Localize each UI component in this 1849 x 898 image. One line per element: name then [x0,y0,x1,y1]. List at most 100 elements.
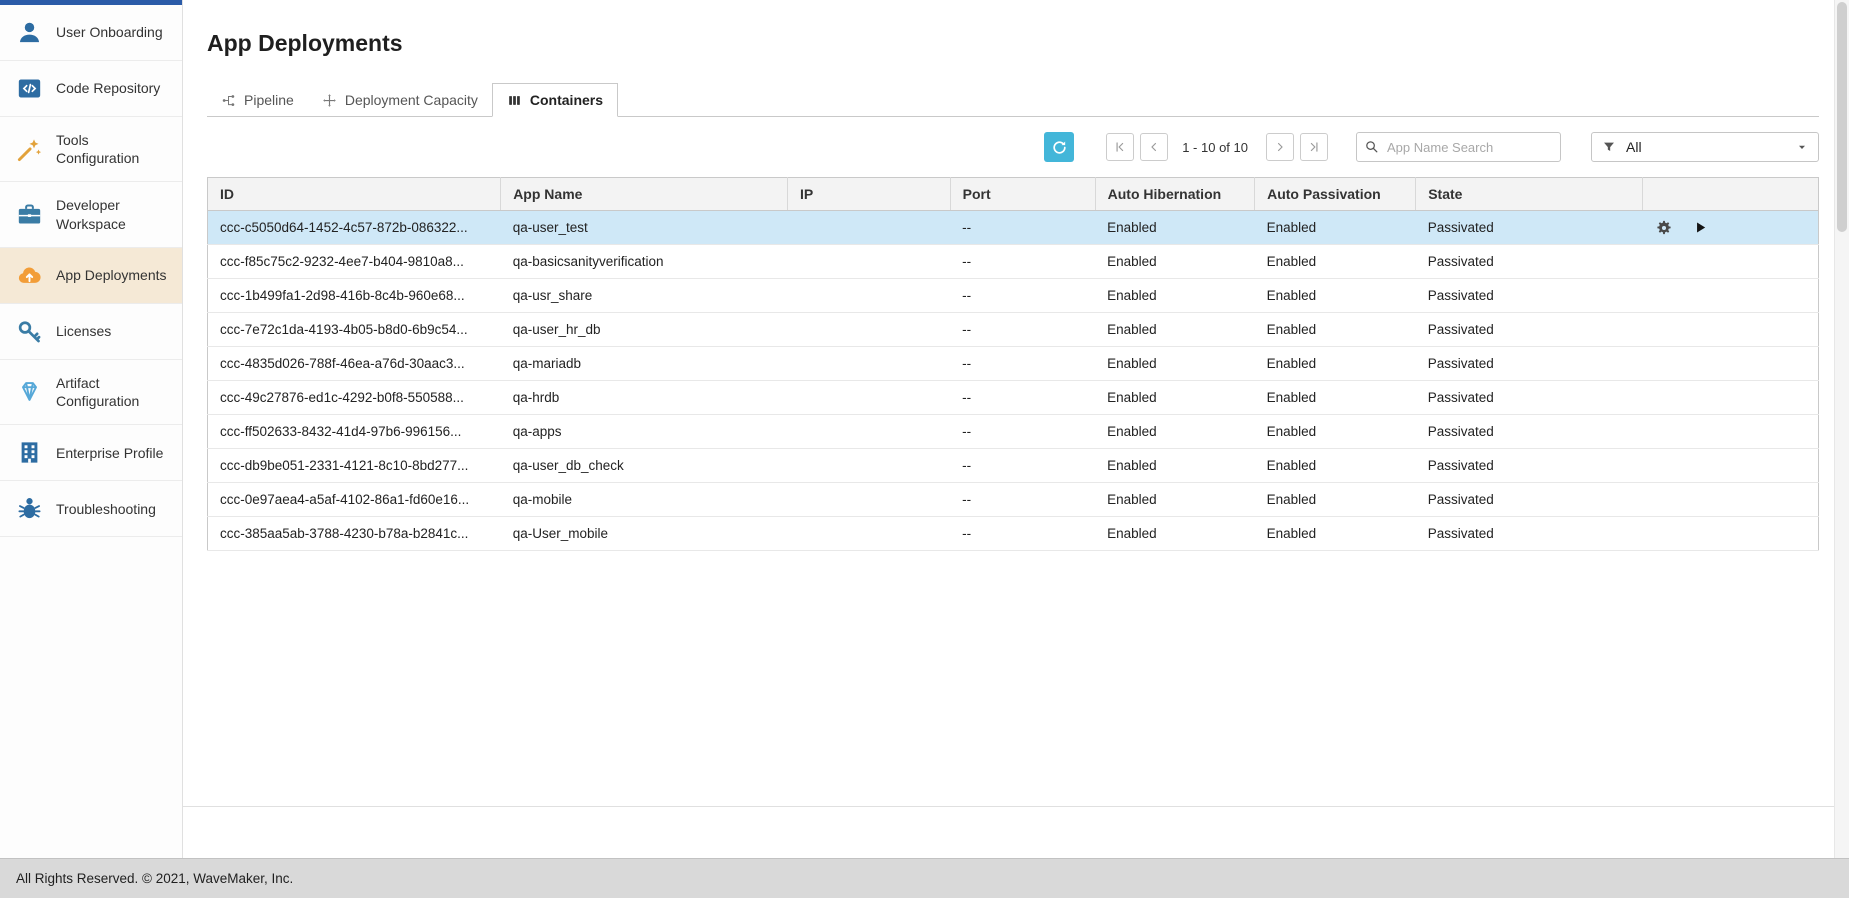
prev-page-button[interactable] [1140,133,1168,161]
last-page-button[interactable] [1300,133,1328,161]
filter-selected-value: All [1626,139,1796,155]
column-header-port: Port [950,178,1095,211]
tab-deployment-capacity[interactable]: Deployment Capacity [308,84,492,116]
table-row[interactable]: ccc-ff502633-8432-41d4-97b6-996156...qa-… [208,415,1819,449]
vertical-scrollbar[interactable] [1834,0,1849,858]
cell-port: -- [950,211,1095,245]
cell-id: ccc-f85c75c2-9232-4ee7-b404-9810a8... [208,245,501,279]
cell-port: -- [950,415,1095,449]
magic-wand-icon [16,136,43,163]
cell-port: -- [950,347,1095,381]
cell-id: ccc-7e72c1da-4193-4b05-b8d0-6b9c54... [208,313,501,347]
table-row[interactable]: ccc-f85c75c2-9232-4ee7-b404-9810a8...qa-… [208,245,1819,279]
sidebar-item-enterprise-profile[interactable]: Enterprise Profile [0,425,182,481]
scrollbar-thumb[interactable] [1837,2,1847,232]
filter-funnel-icon [1602,140,1616,154]
sidebar-nav: User OnboardingCode Repository Tools Conf… [0,5,182,537]
cell-auto-passivation: Enabled [1255,279,1416,313]
prev-page-icon [1147,140,1161,154]
cell-app-name: qa-hrdb [501,381,788,415]
containers-icon [507,93,522,108]
first-page-button[interactable] [1106,133,1134,161]
cell-state: Passivated [1416,483,1643,517]
cell-ip [787,483,950,517]
cell-id: ccc-db9be051-2331-4121-8c10-8bd277... [208,449,501,483]
sidebar-item-licenses[interactable]: Licenses [0,304,182,360]
cell-port: -- [950,313,1095,347]
cell-port: -- [950,245,1095,279]
footer: All Rights Reserved. © 2021, WaveMaker, … [0,858,1849,898]
cell-state: Passivated [1416,279,1643,313]
table-row[interactable]: ccc-4835d026-788f-46ea-a76d-30aac3...qa-… [208,347,1819,381]
sidebar-item-app-deployments[interactable]: App Deployments [0,248,182,304]
cell-state: Passivated [1416,313,1643,347]
sidebar-item-label: Developer Workspace [56,196,174,232]
cell-auto-passivation: Enabled [1255,415,1416,449]
cell-auto-hibernation: Enabled [1095,483,1254,517]
cell-auto-passivation: Enabled [1255,517,1416,551]
pagination-range: 1 - 10 of 10 [1182,140,1248,155]
cell-actions [1643,381,1819,415]
sidebar-item-developer-workspace[interactable]: Developer Workspace [0,182,182,247]
cell-actions [1643,211,1819,245]
cell-actions [1643,517,1819,551]
sidebar-item-user-onboarding[interactable]: User Onboarding [0,5,182,61]
sidebar-item-code-repository[interactable]: Code Repository [0,61,182,117]
pipeline-icon [221,93,236,108]
cell-auto-passivation: Enabled [1255,347,1416,381]
cell-auto-hibernation: Enabled [1095,517,1254,551]
play-icon [1693,220,1708,235]
cell-app-name: qa-apps [501,415,788,449]
cell-auto-hibernation: Enabled [1095,415,1254,449]
table-row[interactable]: ccc-385aa5ab-3788-4230-b78a-b2841c...qa-… [208,517,1819,551]
table-row[interactable]: ccc-c5050d64-1452-4c57-872b-086322...qa-… [208,211,1819,245]
sidebar-item-troubleshooting[interactable]: Troubleshooting [0,481,182,537]
cell-app-name: qa-User_mobile [501,517,788,551]
next-page-button[interactable] [1266,133,1294,161]
table-row[interactable]: ccc-7e72c1da-4193-4b05-b8d0-6b9c54...qa-… [208,313,1819,347]
key-icon [16,318,43,345]
column-header-ip: IP [787,178,950,211]
code-icon [16,75,43,102]
cell-app-name: qa-usr_share [501,279,788,313]
table-row[interactable]: ccc-49c27876-ed1c-4292-b0f8-550588...qa-… [208,381,1819,415]
cell-ip [787,415,950,449]
run-button[interactable] [1693,220,1708,235]
column-header-actions [1643,178,1819,211]
cell-actions [1643,449,1819,483]
refresh-icon [1051,139,1068,156]
refresh-button[interactable] [1044,132,1074,162]
table-row[interactable]: ccc-1b499fa1-2d98-416b-8c4b-960e68...qa-… [208,279,1819,313]
building-icon [16,439,43,466]
cell-state: Passivated [1416,347,1643,381]
app-root: User OnboardingCode Repository Tools Conf… [0,0,1849,898]
cell-ip [787,381,950,415]
cell-auto-passivation: Enabled [1255,245,1416,279]
cell-actions [1643,245,1819,279]
table-row[interactable]: ccc-db9be051-2331-4121-8c10-8bd277...qa-… [208,449,1819,483]
tab-containers[interactable]: Containers [492,83,618,117]
pagination: 1 - 10 of 10 [1100,133,1328,161]
table-row[interactable]: ccc-0e97aea4-a5af-4102-86a1-fd60e16...qa… [208,483,1819,517]
cell-auto-hibernation: Enabled [1095,347,1254,381]
containers-table-wrap: IDApp NameIPPortAuto HibernationAuto Pas… [207,177,1819,551]
cell-app-name: qa-basicsanityverification [501,245,788,279]
page-title: App Deployments [207,30,1819,57]
cell-auto-hibernation: Enabled [1095,381,1254,415]
cell-id: ccc-ff502633-8432-41d4-97b6-996156... [208,415,501,449]
cell-auto-passivation: Enabled [1255,313,1416,347]
cell-actions [1643,347,1819,381]
cell-id: ccc-1b499fa1-2d98-416b-8c4b-960e68... [208,279,501,313]
sidebar-item-label: Tools Configuration [56,131,174,167]
column-header-app-name: App Name [501,178,788,211]
search-input[interactable] [1356,132,1561,162]
bug-icon [16,495,43,522]
state-filter-dropdown[interactable]: All [1591,132,1819,162]
sidebar-item-artifact-configuration[interactable]: Artifact Configuration [0,360,182,425]
cell-auto-hibernation: Enabled [1095,449,1254,483]
cell-app-name: qa-mobile [501,483,788,517]
settings-button[interactable] [1655,219,1673,237]
sidebar-item-tools-configuration[interactable]: Tools Configuration [0,117,182,182]
sidebar-item-label: Enterprise Profile [56,444,163,462]
tab-pipeline[interactable]: Pipeline [207,84,308,116]
